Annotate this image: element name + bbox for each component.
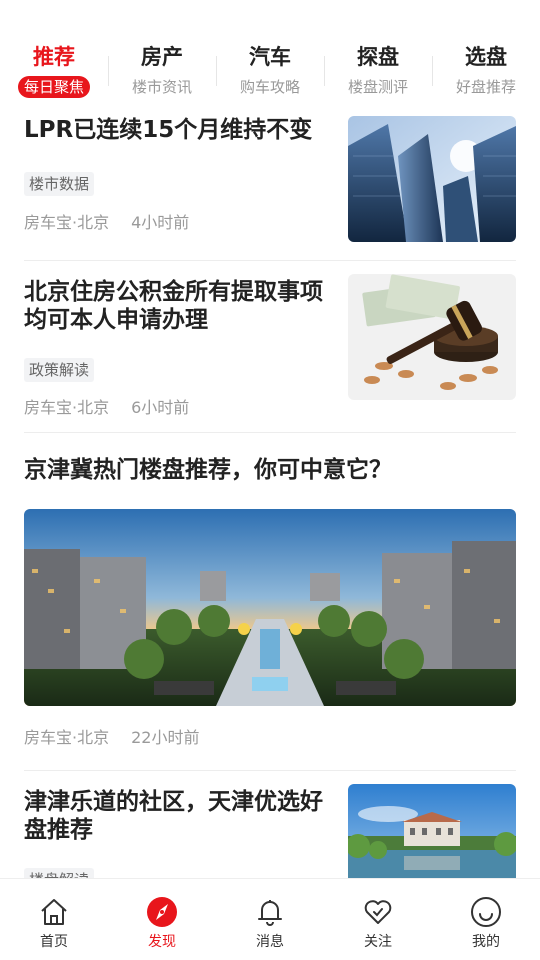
- article-source: 房车宝·北京: [24, 398, 110, 417]
- article-meta: 房车宝·北京 22小时前: [24, 724, 199, 748]
- nav-label: 消息: [256, 934, 284, 950]
- tab-title: 探盘: [357, 45, 399, 69]
- article-tag: 楼市数据: [24, 172, 95, 196]
- feed-item[interactable]: 津津乐道的社区，天津优选好盘推荐 楼盘解读: [24, 784, 516, 878]
- tab-title: 推荐: [33, 45, 75, 69]
- bottom-navigation: 首页 发现 消息 关注 我的: [0, 878, 540, 960]
- tab-subtitle: 楼市资讯: [131, 78, 192, 96]
- nav-label: 发现: [148, 934, 176, 950]
- nav-label: 我的: [472, 934, 500, 950]
- tab-property[interactable]: 房产 楼市资讯: [108, 40, 216, 102]
- nav-label: 首页: [40, 934, 68, 950]
- tab-recommend[interactable]: 推荐 每日聚焦: [0, 40, 108, 102]
- heart-icon: [364, 900, 392, 924]
- feed-item[interactable]: LPR已连续15个月维持不变 楼市数据 房车宝·北京 4小时前: [24, 116, 516, 244]
- article-title: 北京住房公积金所有提取事项均可本人申请办理: [24, 279, 323, 333]
- nav-profile[interactable]: 我的: [432, 879, 540, 960]
- nav-messages[interactable]: 消息: [216, 879, 324, 960]
- article-title: 京津冀热门楼盘推荐，你可中意它？: [24, 457, 392, 483]
- tab-explore[interactable]: 探盘 楼盘测评: [324, 40, 432, 102]
- article-meta: 房车宝·北京 6小时前: [24, 394, 189, 418]
- article-tag: 楼盘解读: [24, 868, 95, 878]
- article-meta: 房车宝·北京 4小时前: [24, 209, 189, 233]
- article-tag: 政策解读: [24, 358, 95, 382]
- article-time: 6小时前: [131, 398, 190, 417]
- tab-subtitle: 好盘推荐: [455, 78, 516, 96]
- category-tabs: 推荐 每日聚焦 房产 楼市资讯 汽车 购车攻略 探盘 楼盘测评 选盘 好盘推荐: [0, 40, 540, 102]
- article-title: 津津乐道的社区，天津优选好盘推荐: [24, 789, 323, 843]
- tab-subtitle: 楼盘测评: [347, 78, 408, 96]
- article-time: 22小时前: [131, 728, 200, 747]
- divider: [24, 770, 516, 771]
- divider: [24, 432, 516, 433]
- bell-icon: [258, 900, 282, 926]
- nav-label: 关注: [364, 934, 392, 950]
- skyscraper-photo: [348, 116, 516, 242]
- article-source: 房车宝·北京: [24, 728, 110, 747]
- article-title: LPR已连续15个月维持不变: [24, 117, 313, 143]
- tab-title: 汽车: [249, 45, 291, 69]
- lakeside-villa-photo: [348, 784, 516, 878]
- tab-car[interactable]: 汽车 购车攻略: [216, 40, 324, 102]
- smile-icon: [471, 897, 501, 927]
- tab-subtitle: 购车攻略: [239, 78, 300, 96]
- tab-title: 房产: [141, 45, 183, 69]
- nav-home[interactable]: 首页: [0, 879, 108, 960]
- tab-subtitle-badge: 每日聚焦: [17, 76, 90, 98]
- news-feed[interactable]: LPR已连续15个月维持不变 楼市数据 房车宝·北京 4小时前 北京住房公积金所…: [0, 112, 540, 878]
- tab-select[interactable]: 选盘 好盘推荐: [432, 40, 540, 102]
- residential-complex-photo: [24, 509, 516, 706]
- article-time: 4小时前: [131, 213, 190, 232]
- nav-discover[interactable]: 发现: [108, 879, 216, 960]
- divider: [24, 260, 516, 261]
- compass-icon: [147, 897, 177, 927]
- feed-item[interactable]: 北京住房公积金所有提取事项均可本人申请办理 政策解读 房车宝·北京 6小时前: [24, 274, 516, 417]
- gavel-money-photo: [348, 274, 516, 400]
- home-icon: [41, 899, 67, 925]
- article-source: 房车宝·北京: [24, 213, 110, 232]
- nav-follow[interactable]: 关注: [324, 879, 432, 960]
- tab-title: 选盘: [465, 45, 507, 69]
